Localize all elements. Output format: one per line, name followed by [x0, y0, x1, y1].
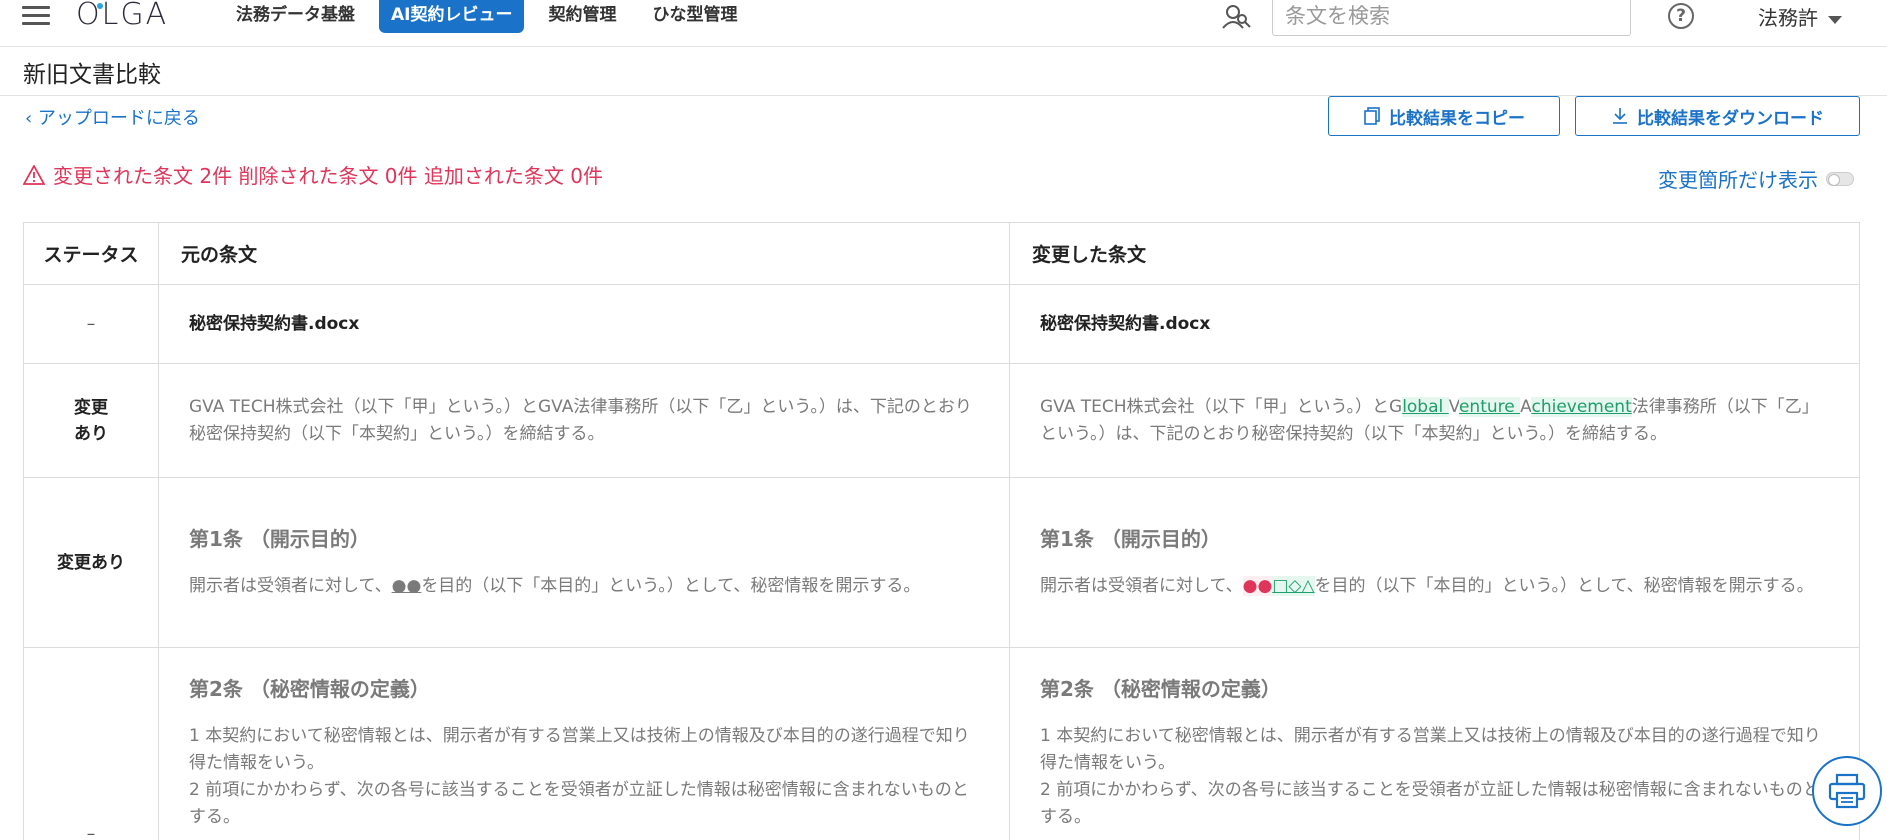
article-paragraph: 2 前項にかかわらず、次の各号に該当することを受領者が立証した情報は秘密情報に含…	[189, 780, 969, 827]
article-paragraph: 1 本契約において秘密情報とは、開示者が有する営業上又は技術上の情報及び本目的の…	[189, 726, 970, 773]
article-title: 第1条 （開示目的）	[189, 526, 370, 551]
change-summary: 変更された条文 2件 削除された条文 0件 追加された条文 0件	[23, 160, 603, 189]
article-paragraph: 2 前項にかかわらず、次の各号に該当することを受領者が立証した情報は秘密情報に含…	[1040, 780, 1820, 827]
user-name: 法務許	[1758, 6, 1818, 30]
article-body: 開示者は受領者に対して、●●□◇△を目的（以下「本目的」という。）として、秘密情…	[1040, 575, 1814, 596]
page-title-bar: 新旧文書比較	[0, 47, 1887, 96]
warning-icon	[23, 164, 45, 185]
added-text: enture	[1458, 396, 1521, 417]
printer-icon	[1828, 773, 1866, 809]
chevron-left-icon: ‹	[25, 108, 38, 129]
back-to-upload-link[interactable]: ‹ アップロードに戻る	[25, 104, 200, 130]
original-cell: 第2条 （秘密情報の定義） 1 本契約において秘密情報とは、開示者が有する営業上…	[158, 647, 1010, 840]
modified-cell: GVA TECH株式会社（以下「甲」という。）とGlobal Venture A…	[1009, 363, 1860, 478]
original-cell: 第1条 （開示目的） 開示者は受領者に対して、●●を目的（以下「本目的」という。…	[158, 477, 1010, 648]
header-original: 元の条文	[158, 222, 1010, 285]
file-name: 秘密保持契約書.docx	[1040, 313, 1211, 334]
comparison-table: ステータス 元の条文 変更した条文 – 秘密保持契約書.docx 秘密保持契約書…	[23, 222, 1860, 840]
status-cell: –	[23, 647, 159, 840]
modified-cell: 秘密保持契約書.docx	[1009, 284, 1860, 364]
menu-icon[interactable]	[22, 6, 50, 28]
added-text: lobal	[1402, 396, 1449, 417]
table-row: 変更あり 第1条 （開示目的） 開示者は受領者に対して、●●を目的（以下「本目的…	[23, 477, 1860, 648]
page-title: 新旧文書比較	[23, 62, 161, 88]
header-status: ステータス	[23, 222, 159, 285]
nav-contract-management[interactable]: 契約管理	[530, 0, 634, 33]
added-text: □◇△	[1272, 575, 1315, 596]
table-row: – 第2条 （秘密情報の定義） 1 本契約において秘密情報とは、開示者が有する営…	[23, 647, 1860, 840]
main-nav: 法務データ基盤 AI契約レビュー 契約管理 ひな型管理	[218, 0, 755, 33]
table-header-row: ステータス 元の条文 変更した条文	[23, 222, 1860, 285]
header-modified: 変更した条文	[1009, 222, 1860, 285]
help-icon[interactable]: ?	[1668, 3, 1694, 29]
status-cell: –	[23, 284, 159, 364]
table-row: 変更 あり GVA TECH株式会社（以下「甲」という。）とGVA法律事務所（以下…	[23, 363, 1860, 478]
original-cell: 秘密保持契約書.docx	[158, 284, 1010, 364]
clause-search-input[interactable]	[1272, 0, 1631, 36]
added-text: chievement	[1531, 396, 1632, 417]
download-icon	[1613, 108, 1627, 124]
changed-text: ●●	[391, 575, 422, 596]
status-cell: 変更あり	[23, 363, 159, 478]
article-title: 第2条 （秘密情報の定義）	[189, 677, 430, 701]
toggle-label: 変更箇所だけ表示	[1658, 168, 1818, 192]
original-cell: GVA TECH株式会社（以下「甲」という。）とGVA法律事務所（以下「乙」とい…	[158, 363, 1010, 478]
article-body: 開示者は受領者に対して、●●を目的（以下「本目的」という。）として、秘密情報を開…	[189, 575, 921, 596]
user-menu[interactable]: 法務許	[1758, 2, 1842, 31]
modified-cell: 第1条 （開示目的） 開示者は受領者に対して、●●□◇△を目的（以下「本目的」と…	[1009, 477, 1860, 648]
nav-legal-data[interactable]: 法務データ基盤	[218, 0, 373, 33]
olga-logo[interactable]: OLGA	[76, 0, 168, 32]
modified-cell: 第2条 （秘密情報の定義） 1 本契約において秘密情報とは、開示者が有する営業上…	[1009, 647, 1860, 840]
article-paragraph: 1 本契約において秘密情報とは、開示者が有する営業上又は技術上の情報及び本目的の…	[1040, 726, 1821, 773]
file-name: 秘密保持契約書.docx	[189, 313, 360, 334]
person-search-icon[interactable]	[1220, 2, 1252, 30]
nav-template-management[interactable]: ひな型管理	[634, 0, 755, 33]
status-cell: 変更あり	[23, 477, 159, 648]
nav-ai-contract-review[interactable]: AI契約レビュー	[379, 0, 525, 33]
download-results-button[interactable]: 比較結果をダウンロード	[1575, 96, 1860, 136]
deleted-text: ●●	[1242, 575, 1273, 596]
toggle-switch[interactable]	[1826, 171, 1854, 186]
copy-results-button[interactable]: 比較結果をコピー	[1328, 96, 1560, 136]
chevron-down-icon	[1828, 15, 1842, 24]
print-button[interactable]	[1812, 756, 1882, 826]
article-title: 第1条 （開示目的）	[1040, 526, 1221, 551]
copy-icon	[1364, 107, 1380, 125]
top-navigation-bar: OLGA 法務データ基盤 AI契約レビュー 契約管理 ひな型管理 ? 法務許	[0, 0, 1887, 47]
article-title: 第2条 （秘密情報の定義）	[1040, 677, 1281, 701]
changes-only-toggle[interactable]: 変更箇所だけ表示	[1658, 164, 1854, 193]
table-row: – 秘密保持契約書.docx 秘密保持契約書.docx	[23, 284, 1860, 364]
